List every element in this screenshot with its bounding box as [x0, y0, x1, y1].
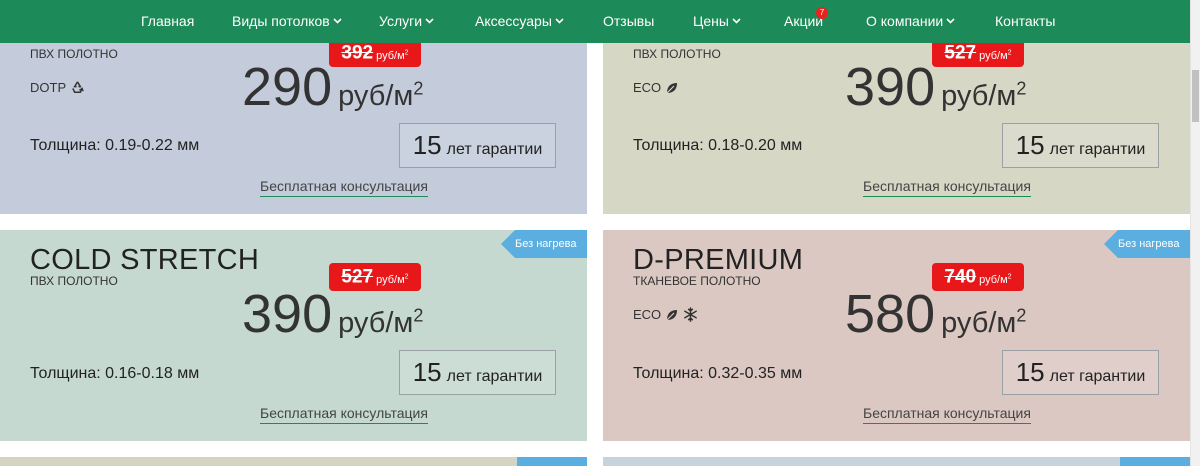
thickness-text: Толщина: 0.32-0.35 мм: [633, 365, 803, 382]
warranty-label: лет гарантии: [446, 368, 543, 385]
warranty-years: 15: [412, 130, 442, 160]
nav-item-reviews[interactable]: Отзывы: [603, 0, 654, 43]
product-card-eco: ПВХ полотно ECO 527 руб/м2 390 руб/м2 Толщ…: [603, 43, 1190, 214]
technology-label: ECO: [633, 80, 662, 95]
price-unit: руб/м2: [941, 305, 1027, 339]
product-card-partial: [0, 457, 587, 466]
material-label: ПВХ полотно: [30, 274, 118, 288]
current-price: 390 руб/м2: [242, 283, 423, 345]
price-unit: руб/м2: [338, 305, 424, 339]
warranty-box: 15 лет гарантии: [1002, 123, 1159, 168]
warranty-box: 15 лет гарантии: [1002, 350, 1159, 395]
thickness-text: Толщина: 0.19-0.22 мм: [30, 137, 200, 154]
scrollbar-thumb[interactable]: [1192, 70, 1199, 122]
chevron-down-icon: [946, 18, 955, 24]
promotions-count-badge: 7: [816, 7, 828, 19]
unit-superscript: 2: [1016, 305, 1027, 326]
free-consultation-link[interactable]: Бесплатная консультация: [260, 178, 428, 197]
warranty-box: 15 лет гарантии: [399, 350, 556, 395]
unit-superscript: 2: [1007, 49, 1012, 56]
recycle-icon: [72, 81, 84, 93]
current-price: 580 руб/м2: [845, 283, 1026, 345]
ribbon-partial: [1120, 457, 1190, 466]
nav-item-label: Отзывы: [603, 13, 655, 29]
material-label: ПВХ полотно: [633, 47, 721, 61]
nav-item-home[interactable]: Главная: [141, 0, 194, 43]
chevron-down-icon: [732, 18, 741, 24]
price-value: 290: [242, 57, 333, 117]
nav-item-contacts[interactable]: Контакты: [995, 0, 1055, 43]
material-label: Тканевое полотно: [633, 274, 761, 288]
ribbon-partial: [517, 457, 587, 466]
technology-tag: DOTP: [30, 80, 85, 95]
unit-text: руб/м: [941, 307, 1017, 339]
current-price: 390 руб/м2: [845, 56, 1026, 118]
nav-item-prices[interactable]: Цены: [693, 0, 741, 43]
nav-item-services[interactable]: Услуги: [379, 0, 434, 43]
nav-item-label: Цены: [693, 13, 729, 29]
unit-superscript: 2: [404, 273, 409, 280]
unit-superscript: 2: [1007, 273, 1012, 280]
chevron-down-icon: [333, 18, 342, 24]
warranty-years: 15: [1015, 130, 1045, 160]
unit-text: руб/м: [338, 307, 414, 339]
product-name: COLD STRETCH: [30, 244, 260, 276]
unit-superscript: 2: [1016, 78, 1027, 99]
material-label: ПВХ полотно: [30, 47, 118, 61]
unit-text: руб/м: [338, 80, 414, 112]
technology-label: ECO: [633, 307, 662, 322]
thickness-text: Толщина: 0.18-0.20 мм: [633, 137, 803, 154]
warranty-box: 15 лет гарантии: [399, 123, 556, 168]
nav-item-label: Главная: [141, 13, 195, 29]
technology-tag: ECO: [633, 307, 698, 322]
unit-superscript: 2: [413, 305, 424, 326]
free-consultation-link[interactable]: Бесплатная консультация: [863, 405, 1031, 424]
warranty-label: лет гарантии: [446, 141, 543, 158]
no-heating-ribbon: Без нагрева: [501, 230, 587, 258]
thickness-text: Толщина: 0.16-0.18 мм: [30, 365, 200, 382]
price-value: 580: [845, 284, 936, 344]
nav-item-label: Аксессуары: [475, 13, 552, 29]
unit-text: руб/м: [941, 80, 1017, 112]
nav-item-promotions[interactable]: Акции: [784, 0, 823, 43]
nav-item-label: Контакты: [995, 13, 1056, 29]
nav-item-label: Услуги: [379, 13, 423, 29]
chevron-down-icon: [425, 18, 434, 24]
technology-tag: ECO: [633, 80, 679, 95]
chevron-down-icon: [555, 18, 564, 24]
warranty-label: лет гарантии: [1049, 368, 1146, 385]
product-card-d-premium: Без нагрева D-PREMIUM Тканевое полотно E…: [603, 230, 1190, 441]
nav-item-about[interactable]: О компании: [866, 0, 955, 43]
free-consultation-link[interactable]: Бесплатная консультация: [260, 405, 428, 424]
current-price: 290 руб/м2: [242, 56, 423, 118]
nav-item-label: Виды потолков: [232, 13, 330, 29]
leaf-icon: [666, 83, 678, 94]
unit-superscript: 2: [413, 78, 424, 99]
free-consultation-link[interactable]: Бесплатная консультация: [863, 178, 1031, 197]
unit-superscript: 2: [404, 49, 409, 56]
product-name: D-PREMIUM: [633, 244, 804, 276]
top-navigation: Главная Виды потолков Услуги Аксессуары …: [0, 0, 1190, 43]
price-unit: руб/м2: [338, 78, 424, 112]
leaf-icon: [666, 310, 678, 321]
product-card-dotp: ПВХ полотно DOTP 392 руб/м2 290 руб/м2 Тол…: [0, 43, 587, 214]
price-value: 390: [845, 57, 936, 117]
warranty-label: лет гарантии: [1049, 141, 1146, 158]
no-heating-ribbon: Без нагрева: [1104, 230, 1190, 258]
price-value: 390: [242, 284, 333, 344]
nav-item-label: О компании: [866, 13, 944, 29]
warranty-years: 15: [412, 357, 442, 387]
snowflake-icon: [684, 307, 698, 322]
nav-item-accessories[interactable]: Аксессуары: [475, 0, 564, 43]
price-unit: руб/м2: [941, 78, 1027, 112]
product-card-cold-stretch: Без нагрева COLD STRETCH ПВХ полотно 527…: [0, 230, 587, 441]
technology-label: DOTP: [30, 80, 67, 95]
warranty-years: 15: [1015, 357, 1045, 387]
product-card-partial: [603, 457, 1190, 466]
nav-item-ceiling-types[interactable]: Виды потолков: [232, 0, 342, 43]
